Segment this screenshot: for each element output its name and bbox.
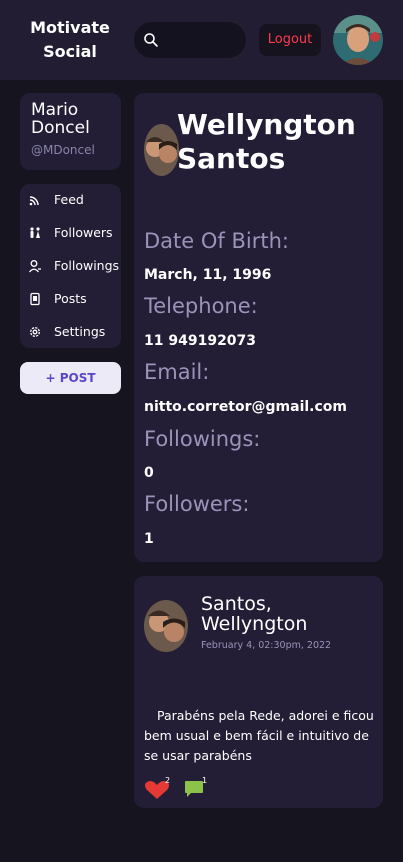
logout-button[interactable]: Logout <box>259 24 321 56</box>
comment-icon[interactable] <box>184 780 204 798</box>
dob-label: Date Of Birth: <box>144 229 289 253</box>
followings-label: Followings: <box>144 427 261 451</box>
like-count: 2 <box>165 776 171 785</box>
post-date: February 4, 02:30pm, 2022 <box>201 640 332 651</box>
sidebar-item-label: Feed <box>54 192 84 207</box>
sidebar-item-followings[interactable]: Followings <box>20 252 121 280</box>
current-user-handle: @MDoncel <box>31 143 95 157</box>
top-bar: Motivate Social Logout <box>0 0 403 80</box>
current-user-name: Mario Doncel <box>31 100 90 138</box>
sidebar-nav: Feed Followers Followings Posts Settings <box>20 184 121 348</box>
new-post-button[interactable]: + POST <box>20 362 121 394</box>
post-card: Santos, Wellyngton February 4, 02:30pm, … <box>134 576 383 808</box>
followers-value: 1 <box>144 531 154 547</box>
sidebar-item-feed[interactable]: Feed <box>20 186 121 214</box>
sidebar-item-posts[interactable]: Posts <box>20 285 121 313</box>
sidebar-item-label: Settings <box>54 324 106 339</box>
search-icon <box>144 33 158 47</box>
followers-label: Followers: <box>144 492 250 516</box>
dob-value: March, 11, 1996 <box>144 267 272 283</box>
telephone-label: Telephone: <box>144 294 258 318</box>
search-input[interactable] <box>134 22 246 58</box>
sidebar-item-followers[interactable]: Followers <box>20 219 121 247</box>
email-value: nitto.corretor@gmail.com <box>144 399 347 415</box>
brand-line-2: Social <box>43 42 97 61</box>
sidebar-item-label: Posts <box>54 291 87 306</box>
rss-icon <box>29 196 39 206</box>
current-user-card[interactable]: Mario Doncel @MDoncel <box>20 93 121 170</box>
email-label: Email: <box>144 360 210 384</box>
brand-line-1: Motivate <box>30 18 110 37</box>
brand-logo[interactable]: Motivate Social <box>22 16 118 64</box>
post-text: Parabéns pela Rede, adorei e ficou bem u… <box>144 708 374 763</box>
post-author-avatar[interactable] <box>144 600 188 652</box>
sidebar-item-label: Followings <box>54 258 120 273</box>
telephone-value: 11 949192073 <box>144 333 257 349</box>
profile-name: Wellyngton Santos <box>177 108 356 175</box>
sidebar-item-label: Followers <box>54 225 113 240</box>
document-icon <box>30 292 40 306</box>
profile-avatar[interactable] <box>144 124 179 176</box>
sidebar-item-settings[interactable]: Settings <box>20 318 121 346</box>
user-icon <box>28 260 41 273</box>
comment-count: 1 <box>202 776 208 785</box>
post-author-name: Santos, Wellyngton <box>201 593 308 635</box>
followers-icon <box>30 227 40 238</box>
gear-icon <box>30 327 40 337</box>
profile-card: Wellyngton Santos Date Of Birth: March, … <box>134 93 383 562</box>
followings-value: 0 <box>144 465 154 481</box>
avatar[interactable] <box>333 15 383 65</box>
